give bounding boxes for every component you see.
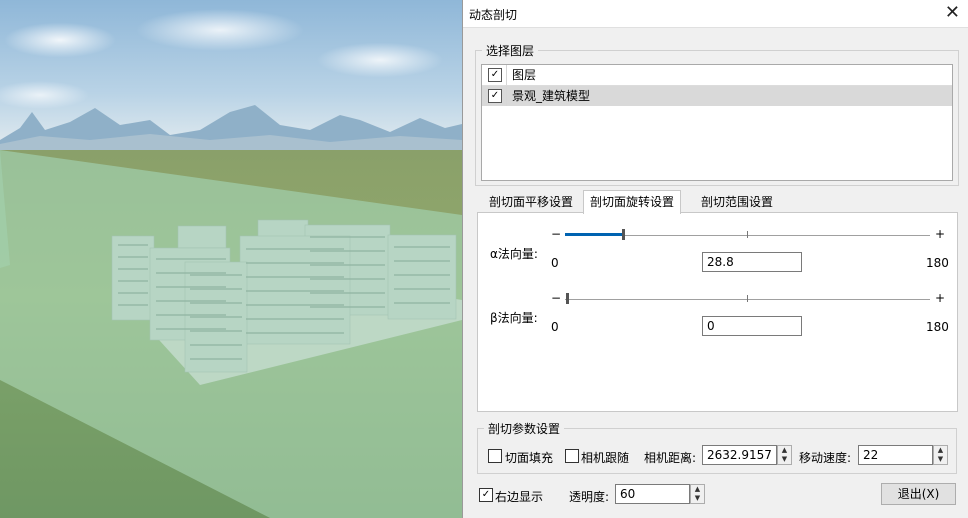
layer-list[interactable]: ✓ 图层 ✓ 景观_建筑模型 xyxy=(481,64,953,181)
layer-header-label: 图层 xyxy=(512,68,537,82)
alpha-minus-icon: − xyxy=(551,227,562,241)
beta-min-label: 0 xyxy=(551,320,559,334)
column-divider xyxy=(506,65,507,85)
camera-distance-label: 相机距离: xyxy=(644,451,697,465)
alpha-slider-fill xyxy=(565,233,624,236)
layer-item-label: 景观_建筑模型 xyxy=(512,89,591,103)
beta-value-input[interactable]: 0 xyxy=(702,316,802,336)
spin-up-icon[interactable]: ▲ xyxy=(778,446,791,455)
beta-minus-icon: − xyxy=(551,291,562,305)
checkbox-check-icon[interactable]: ✓ xyxy=(488,89,502,103)
alpha-label: α法向量: xyxy=(490,247,538,261)
move-speed-input[interactable]: 22 xyxy=(858,445,933,465)
layer-group-legend: 选择图层 xyxy=(486,44,535,58)
close-icon[interactable]: ✕ xyxy=(945,3,960,23)
spin-down-icon[interactable]: ▼ xyxy=(934,455,947,464)
camera-follow-label: 相机跟随 xyxy=(581,451,630,465)
title-bar: 动态剖切 ✕ xyxy=(463,0,968,28)
beta-plus-icon: + xyxy=(935,291,946,305)
fill-section-checkbox[interactable] xyxy=(488,449,502,463)
fill-section-label: 切面填充 xyxy=(505,451,554,465)
layer-list-header[interactable]: ✓ 图层 xyxy=(482,65,952,86)
tab-translate-settings[interactable]: 剖切面平移设置 xyxy=(483,191,579,213)
opacity-input[interactable]: 60 xyxy=(615,484,690,504)
column-divider xyxy=(506,86,507,106)
tab-range-settings[interactable]: 剖切范围设置 xyxy=(695,191,779,213)
camera-distance-spinner[interactable]: ▲ ▼ xyxy=(777,445,792,465)
move-speed-label: 移动速度: xyxy=(799,451,852,465)
camera-distance-input[interactable]: 2632.9157 xyxy=(702,445,777,465)
camera-follow-checkbox[interactable] xyxy=(565,449,579,463)
alpha-value-input[interactable]: 28.8 xyxy=(702,252,802,272)
checkbox-check-icon[interactable]: ✓ xyxy=(488,68,502,82)
move-speed-spinner[interactable]: ▲ ▼ xyxy=(933,445,948,465)
right-display-checkbox[interactable]: ✓ xyxy=(479,488,493,502)
spin-down-icon[interactable]: ▼ xyxy=(691,494,704,503)
spin-up-icon[interactable]: ▲ xyxy=(934,446,947,455)
opacity-label: 透明度: xyxy=(569,490,610,504)
exit-button[interactable]: 退出(X) xyxy=(881,483,956,505)
alpha-min-label: 0 xyxy=(551,256,559,270)
spin-up-icon[interactable]: ▲ xyxy=(691,485,704,494)
right-display-label: 右边显示 xyxy=(495,490,544,504)
beta-slider-thumb[interactable] xyxy=(566,293,569,304)
3d-scene-view[interactable] xyxy=(0,0,462,518)
clip-params-legend: 剖切参数设置 xyxy=(488,422,561,436)
beta-slider-tick xyxy=(747,295,748,302)
alpha-slider-thumb[interactable] xyxy=(622,229,626,240)
clipping-plane xyxy=(0,150,462,518)
beta-label: β法向量: xyxy=(490,311,538,325)
dynamic-clipping-dialog: 动态剖切 ✕ 选择图层 ✓ 图层 ✓ 景观_建筑模型 剖切面平移设置 剖切面旋转… xyxy=(462,0,968,518)
rotation-panel: − + α法向量: 0 28.8 180 − + β法向量: 0 0 180 xyxy=(477,212,958,412)
alpha-plus-icon: + xyxy=(935,227,946,241)
alpha-max-label: 180 xyxy=(926,256,949,270)
tab-rotate-settings[interactable]: 剖切面旋转设置 xyxy=(583,190,682,214)
dialog-title: 动态剖切 xyxy=(469,8,518,22)
layer-row[interactable]: ✓ 景观_建筑模型 xyxy=(482,86,952,106)
spin-down-icon[interactable]: ▼ xyxy=(778,455,791,464)
alpha-slider-tick xyxy=(747,231,748,238)
opacity-spinner[interactable]: ▲ ▼ xyxy=(690,484,705,504)
beta-max-label: 180 xyxy=(926,320,949,334)
